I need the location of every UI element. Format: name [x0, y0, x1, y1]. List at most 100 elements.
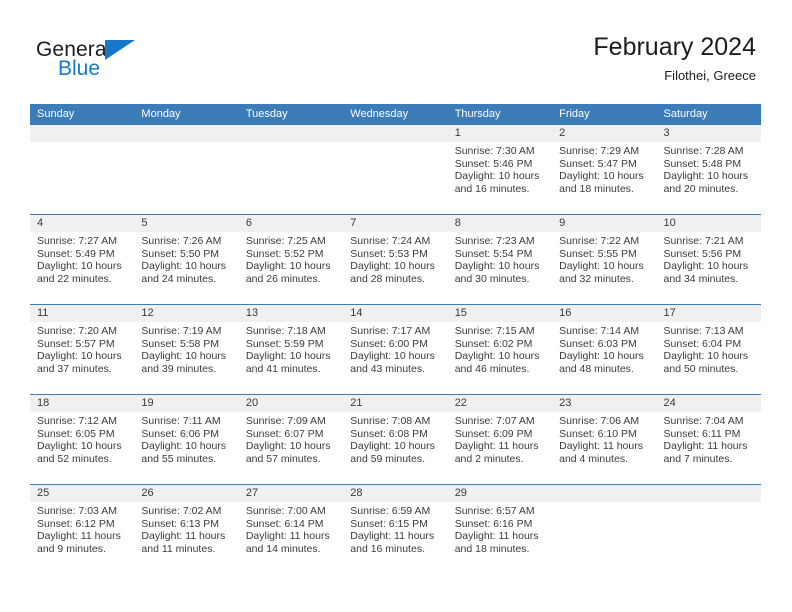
sunset-text: Sunset: 6:12 PM: [37, 517, 115, 530]
day-number: [134, 125, 239, 142]
day-cell[interactable]: [552, 485, 657, 574]
daylight-text-line2: and 20 minutes.: [663, 182, 739, 195]
sunrise-text: Sunrise: 7:02 AM: [141, 505, 222, 517]
sunrise-text: Sunrise: 7:27 AM: [37, 235, 117, 247]
day-cell[interactable]: [343, 125, 448, 214]
daylight-text-line1: Daylight: 10 hours: [350, 440, 435, 453]
day-cell[interactable]: 29 Sunrise: 6:57 AM Sunset: 6:16 PM Dayligh…: [447, 485, 553, 574]
sunrise-text: Sunrise: 6:59 AM: [350, 505, 431, 517]
daylight-text-line2: and 46 minutes.: [454, 362, 530, 375]
day-details: Sunrise: 7:30 AM Sunset: 5:46 PM Daylight:…: [448, 142, 552, 195]
day-cell[interactable]: 15 Sunrise: 7:15 AM Sunset: 6:02 PM Dayligh…: [447, 305, 553, 394]
day-cell[interactable]: 28 Sunrise: 6:59 AM Sunset: 6:15 PM Dayligh…: [343, 485, 448, 574]
day-number: 15: [447, 305, 553, 322]
day-cell[interactable]: [30, 125, 135, 214]
day-number: 21: [343, 395, 448, 412]
day-cell[interactable]: 3 Sunrise: 7:28 AM Sunset: 5:48 PM Daylight…: [656, 125, 761, 214]
daylight-text-line2: and 26 minutes.: [245, 272, 321, 285]
day-details: Sunrise: 7:06 AM Sunset: 6:10 PM Daylight:…: [552, 412, 656, 465]
day-details: Sunrise: 7:08 AM Sunset: 6:08 PM Daylight:…: [343, 412, 447, 465]
day-cell[interactable]: 24 Sunrise: 7:04 AM Sunset: 6:11 PM Dayligh…: [656, 395, 761, 484]
day-cell[interactable]: 23 Sunrise: 7:06 AM Sunset: 6:10 PM Dayligh…: [552, 395, 657, 484]
sunset-text: Sunset: 5:54 PM: [454, 247, 533, 260]
daylight-text-line1: Daylight: 10 hours: [454, 350, 540, 363]
day-cell[interactable]: 16 Sunrise: 7:14 AM Sunset: 6:03 PM Dayligh…: [552, 305, 657, 394]
day-number: 17: [656, 305, 761, 322]
day-cell[interactable]: 26 Sunrise: 7:02 AM Sunset: 6:13 PM Dayligh…: [134, 485, 239, 574]
day-cell[interactable]: 9 Sunrise: 7:22 AM Sunset: 5:55 PM Daylight…: [552, 215, 657, 304]
daylight-text-line2: and 16 minutes.: [454, 182, 530, 195]
day-number: 24: [656, 395, 761, 412]
day-cell[interactable]: [656, 485, 761, 574]
day-cell[interactable]: [238, 125, 344, 214]
daylight-text-line1: Daylight: 11 hours: [663, 440, 748, 453]
logo-triangle-icon: [105, 40, 135, 60]
day-number: 13: [238, 305, 344, 322]
day-cell[interactable]: 10 Sunrise: 7:21 AM Sunset: 5:56 PM Dayligh…: [656, 215, 761, 304]
day-details: Sunrise: 6:57 AM Sunset: 6:16 PM Daylight:…: [448, 502, 552, 555]
day-number: [238, 125, 344, 142]
general-blue-logo[interactable]: General Blue: [36, 38, 236, 88]
day-number: 12: [134, 305, 239, 322]
sunrise-text: Sunrise: 7:13 AM: [663, 325, 744, 337]
sunrise-text: Sunrise: 7:14 AM: [559, 325, 640, 337]
day-number: 4: [30, 215, 135, 232]
daylight-text-line1: Daylight: 10 hours: [245, 440, 331, 453]
sunrise-text: Sunrise: 7:21 AM: [663, 235, 744, 247]
sunrise-text: Sunrise: 7:22 AM: [559, 235, 640, 247]
daylight-text-line1: Daylight: 10 hours: [454, 260, 540, 273]
sunrise-text: Sunrise: 7:06 AM: [559, 415, 640, 427]
day-cell[interactable]: 11 Sunrise: 7:20 AM Sunset: 5:57 PM Dayligh…: [30, 305, 135, 394]
day-number: 10: [656, 215, 761, 232]
day-details: Sunrise: 7:20 AM Sunset: 5:57 PM Daylight:…: [30, 322, 134, 375]
day-cell[interactable]: 4 Sunrise: 7:27 AM Sunset: 5:49 PM Daylight…: [30, 215, 135, 304]
sunrise-text: Sunrise: 7:09 AM: [245, 415, 326, 427]
day-cell[interactable]: 13 Sunrise: 7:18 AM Sunset: 5:59 PM Dayligh…: [238, 305, 344, 394]
daylight-text-line2: and 9 minutes.: [37, 542, 106, 555]
week-row: 1 Sunrise: 7:30 AM Sunset: 5:46 PM Daylight…: [30, 125, 761, 214]
daylight-text-line1: Daylight: 10 hours: [141, 440, 227, 453]
day-details: [343, 142, 447, 145]
day-details: [30, 142, 134, 145]
day-number: [656, 485, 761, 502]
day-cell[interactable]: 1 Sunrise: 7:30 AM Sunset: 5:46 PM Daylight…: [447, 125, 553, 214]
sunset-text: Sunset: 6:15 PM: [350, 517, 428, 530]
sunrise-text: Sunrise: 7:25 AM: [245, 235, 326, 247]
day-details: Sunrise: 7:22 AM Sunset: 5:55 PM Daylight:…: [552, 232, 656, 285]
day-cell[interactable]: 17 Sunrise: 7:13 AM Sunset: 6:04 PM Dayligh…: [656, 305, 761, 394]
weekday-header-friday: Friday: [559, 108, 590, 120]
day-cell[interactable]: 18 Sunrise: 7:12 AM Sunset: 6:05 PM Dayligh…: [30, 395, 135, 484]
sunset-text: Sunset: 6:07 PM: [245, 427, 324, 440]
day-details: Sunrise: 7:14 AM Sunset: 6:03 PM Daylight:…: [552, 322, 656, 375]
calendar-grid: Sunday Monday Tuesday Wednesday Thursday…: [30, 104, 761, 574]
day-cell[interactable]: 20 Sunrise: 7:09 AM Sunset: 6:07 PM Dayligh…: [238, 395, 344, 484]
daylight-text-line2: and 55 minutes.: [141, 452, 217, 465]
sunset-text: Sunset: 6:06 PM: [141, 427, 220, 440]
day-cell[interactable]: 2 Sunrise: 7:29 AM Sunset: 5:47 PM Daylight…: [552, 125, 657, 214]
calendar-page: General Blue February 2024 Filothei, Gre…: [0, 0, 792, 612]
day-cell[interactable]: 12 Sunrise: 7:19 AM Sunset: 5:58 PM Dayligh…: [134, 305, 239, 394]
daylight-text-line2: and 7 minutes.: [663, 452, 733, 465]
day-cell[interactable]: [134, 125, 239, 214]
day-number: 18: [30, 395, 135, 412]
day-number: 2: [552, 125, 657, 142]
sunset-text: Sunset: 5:56 PM: [663, 247, 742, 260]
day-cell[interactable]: 8 Sunrise: 7:23 AM Sunset: 5:54 PM Daylight…: [447, 215, 553, 304]
day-cell[interactable]: 6 Sunrise: 7:25 AM Sunset: 5:52 PM Daylight…: [238, 215, 344, 304]
daylight-text-line1: Daylight: 10 hours: [454, 170, 540, 183]
day-cell[interactable]: 5 Sunrise: 7:26 AM Sunset: 5:50 PM Daylight…: [134, 215, 239, 304]
page-subtitle: Filothei, Greece: [664, 68, 756, 83]
day-number: 25: [30, 485, 135, 502]
day-cell[interactable]: 14 Sunrise: 7:17 AM Sunset: 6:00 PM Dayligh…: [343, 305, 448, 394]
day-cell[interactable]: 7 Sunrise: 7:24 AM Sunset: 5:53 PM Daylight…: [343, 215, 448, 304]
day-details: Sunrise: 7:15 AM Sunset: 6:02 PM Daylight:…: [448, 322, 552, 375]
day-cell[interactable]: 22 Sunrise: 7:07 AM Sunset: 6:09 PM Dayligh…: [447, 395, 553, 484]
day-cell[interactable]: 19 Sunrise: 7:11 AM Sunset: 6:06 PM Dayligh…: [134, 395, 239, 484]
day-details: Sunrise: 7:24 AM Sunset: 5:53 PM Daylight:…: [343, 232, 447, 285]
day-details: [657, 502, 761, 505]
sunset-text: Sunset: 5:47 PM: [559, 157, 637, 170]
day-cell[interactable]: 21 Sunrise: 7:08 AM Sunset: 6:08 PM Dayligh…: [343, 395, 448, 484]
day-cell[interactable]: 25 Sunrise: 7:03 AM Sunset: 6:12 PM Dayligh…: [30, 485, 135, 574]
sunrise-text: Sunrise: 7:26 AM: [141, 235, 222, 247]
day-cell[interactable]: 27 Sunrise: 7:00 AM Sunset: 6:14 PM Dayligh…: [238, 485, 344, 574]
